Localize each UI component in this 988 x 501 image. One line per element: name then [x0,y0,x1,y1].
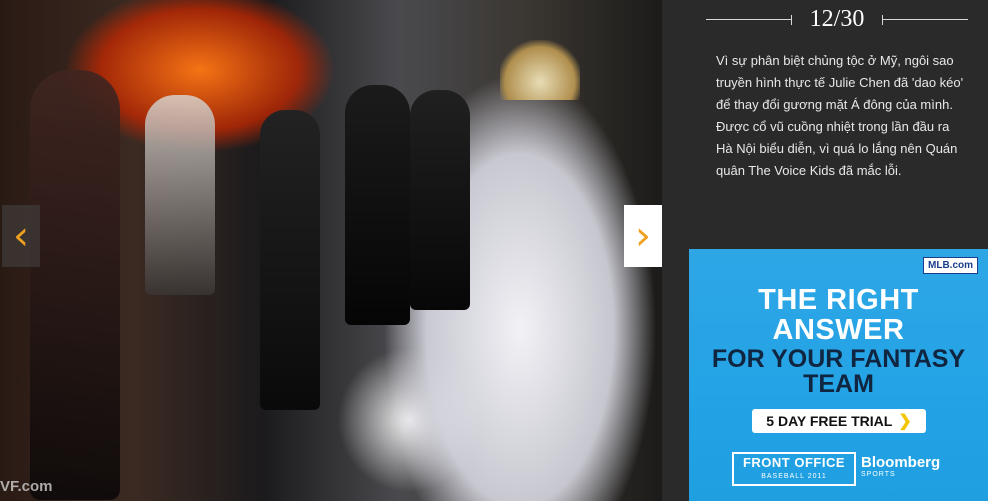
next-slide-button[interactable]: › [624,205,662,267]
ad-headline-bottom: FOR YOUR FANTASY TEAM [711,345,966,398]
slideshow-photo: VF.com [0,0,662,501]
photo-figure [260,110,320,410]
slide-counter-row: 12/30 [706,5,969,33]
photo-figure [410,90,470,310]
front-office-subtitle: BASEBALL 2011 [761,473,827,480]
advertisement[interactable]: MLB.com THE RIGHT ANSWER FOR YOUR FANTAS… [689,249,988,501]
chevron-left-icon: ‹ [13,213,29,259]
front-office-logo: FRONT OFFICE BASEBALL 2011 [732,452,856,486]
free-trial-label: 5 DAY FREE TRIAL [766,413,893,429]
divider [706,14,792,25]
bloomberg-logo: Bloomberg SPORTS [861,454,941,479]
chevron-right-icon: › [635,213,651,259]
chevron-right-icon: ❯ [898,413,912,430]
prev-slide-button[interactable]: ‹ [2,205,40,267]
slide-counter: 12/30 [809,5,865,32]
slide-caption: Vì sự phân biệt chủng tộc ở Mỹ, ngôi sao… [716,53,964,178]
front-office-title: FRONT OFFICE [742,455,846,470]
divider [882,14,969,25]
photo-figure [30,70,120,500]
free-trial-button[interactable]: 5 DAY FREE TRIAL ❯ [752,409,926,433]
photo-figure [145,95,215,295]
photo-figure [345,85,410,325]
photo-watermark: VF.com [0,478,53,495]
photo-crown [500,40,580,100]
mlb-logo: MLB.com [923,257,978,274]
bloomberg-subtitle: SPORTS [861,471,896,478]
bloomberg-title: Bloomberg [861,454,941,471]
ad-headline-top: THE RIGHT ANSWER [758,284,919,346]
